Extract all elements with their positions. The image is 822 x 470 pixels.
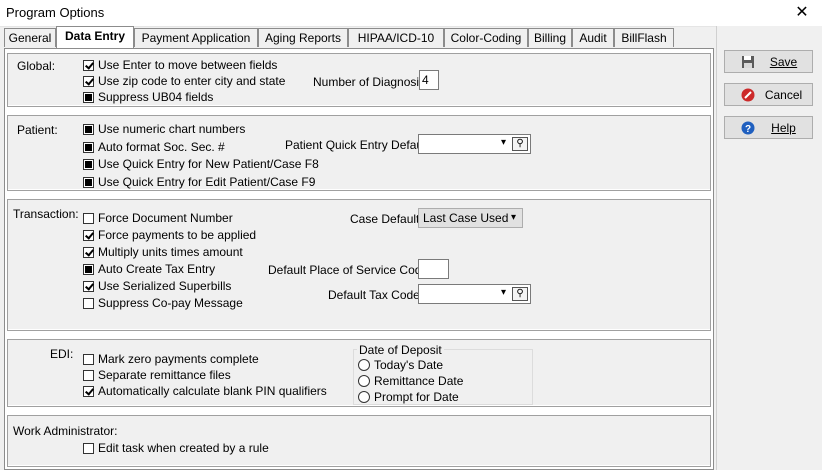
numeric-chart-checkbox[interactable]: Use numeric chart numbers [83, 122, 245, 137]
tab-billflash[interactable]: BillFlash [614, 28, 674, 47]
work-admin-section: Work Administrator: Edit task when creat… [7, 415, 711, 467]
chevron-down-icon[interactable]: ▾ [501, 137, 506, 148]
cancel-label: Cancel [764, 88, 803, 102]
chevron-down-icon[interactable]: ▾ [501, 287, 506, 298]
number-of-diagnosis-label: Number of Diagnosis: [313, 75, 429, 89]
tab-billing[interactable]: Billing [528, 28, 572, 47]
patient-label: Patient: [17, 123, 58, 137]
separate-remittance-checkbox[interactable]: Separate remittance files [83, 368, 231, 383]
help-label: Help [771, 121, 796, 135]
suppress-copay-checkbox[interactable]: Suppress Co-pay Message [83, 296, 243, 311]
use-zip-checkbox[interactable]: Use zip code to enter city and state [83, 74, 285, 89]
default-pos-input[interactable] [418, 259, 449, 279]
close-icon[interactable]: ✕ [782, 0, 822, 26]
tab-payment-application[interactable]: Payment Application [134, 28, 258, 47]
tab-data-entry[interactable]: Data Entry [56, 26, 134, 48]
work-admin-label: Work Administrator: [13, 424, 118, 438]
date-of-deposit-label: Date of Deposit [357, 343, 444, 357]
help-button[interactable]: ? Help [724, 116, 813, 139]
save-label: Save [769, 55, 798, 69]
case-default-select[interactable]: Last Case Used ▾ [418, 208, 523, 228]
lookup-icon[interactable]: ⚲ [512, 137, 528, 151]
tab-bar: General Data Entry Payment Application A… [0, 26, 716, 48]
case-default-label: Case Default: [350, 212, 423, 226]
mark-zero-checkbox[interactable]: Mark zero payments complete [83, 352, 259, 367]
transaction-section: Transaction: Force Document Number Force… [7, 199, 711, 331]
patient-quick-entry-default-label: Patient Quick Entry Default: [285, 138, 433, 152]
window-title: Program Options [6, 5, 105, 20]
force-doc-checkbox[interactable]: Force Document Number [83, 211, 233, 226]
tab-hipaa-icd10[interactable]: HIPAA/ICD-10 [348, 28, 444, 47]
remittance-date-radio[interactable]: Remittance Date [358, 374, 463, 389]
default-tax-code-combo[interactable]: ▾ ⚲ [418, 284, 531, 304]
patient-section: Patient: Use numeric chart numbers Auto … [7, 115, 711, 191]
edit-task-checkbox[interactable]: Edit task when created by a rule [83, 441, 269, 456]
tab-color-coding[interactable]: Color-Coding [444, 28, 528, 47]
transaction-label: Transaction: [13, 207, 79, 221]
suppress-ub04-checkbox[interactable]: Suppress UB04 fields [83, 90, 213, 105]
quick-entry-new-checkbox[interactable]: Use Quick Entry for New Patient/Case F8 [83, 157, 319, 172]
prompt-for-date-radio[interactable]: Prompt for Date [358, 390, 459, 405]
todays-date-radio[interactable]: Today's Date [358, 358, 443, 373]
serialized-superbills-checkbox[interactable]: Use Serialized Superbills [83, 279, 231, 294]
force-payments-checkbox[interactable]: Force payments to be applied [83, 228, 256, 243]
number-of-diagnosis-input[interactable]: 4 [419, 70, 439, 90]
quick-entry-edit-checkbox[interactable]: Use Quick Entry for Edit Patient/Case F9 [83, 175, 315, 190]
auto-tax-checkbox[interactable]: Auto Create Tax Entry [83, 262, 215, 277]
tab-content-data-entry: Global: Use Enter to move between fields… [4, 48, 714, 470]
multiply-units-checkbox[interactable]: Multiply units times amount [83, 245, 243, 260]
side-panel: Save Cancel ? Help [716, 26, 822, 470]
tab-audit[interactable]: Audit [572, 28, 614, 47]
tab-aging-reports[interactable]: Aging Reports [258, 28, 348, 47]
use-enter-checkbox[interactable]: Use Enter to move between fields [83, 58, 277, 73]
save-button[interactable]: Save [724, 50, 813, 73]
tab-general[interactable]: General [4, 28, 56, 47]
lookup-icon[interactable]: ⚲ [512, 287, 528, 301]
patient-quick-entry-default-combo[interactable]: ▾ ⚲ [418, 134, 531, 154]
chevron-down-icon[interactable]: ▾ [511, 209, 516, 227]
auto-pin-checkbox[interactable]: Automatically calculate blank PIN qualif… [83, 384, 327, 399]
default-pos-label: Default Place of Service Code: [268, 263, 432, 277]
default-tax-code-label: Default Tax Code: [328, 288, 424, 302]
title-bar: Program Options ✕ [0, 0, 822, 27]
edi-label: EDI: [50, 347, 74, 361]
global-section: Global: Use Enter to move between fields… [7, 53, 711, 107]
cancel-button[interactable]: Cancel [724, 83, 813, 106]
edi-section: EDI: Mark zero payments complete Separat… [7, 339, 711, 407]
auto-format-ssn-checkbox[interactable]: Auto format Soc. Sec. # [83, 140, 225, 155]
global-label: Global: [17, 59, 56, 73]
